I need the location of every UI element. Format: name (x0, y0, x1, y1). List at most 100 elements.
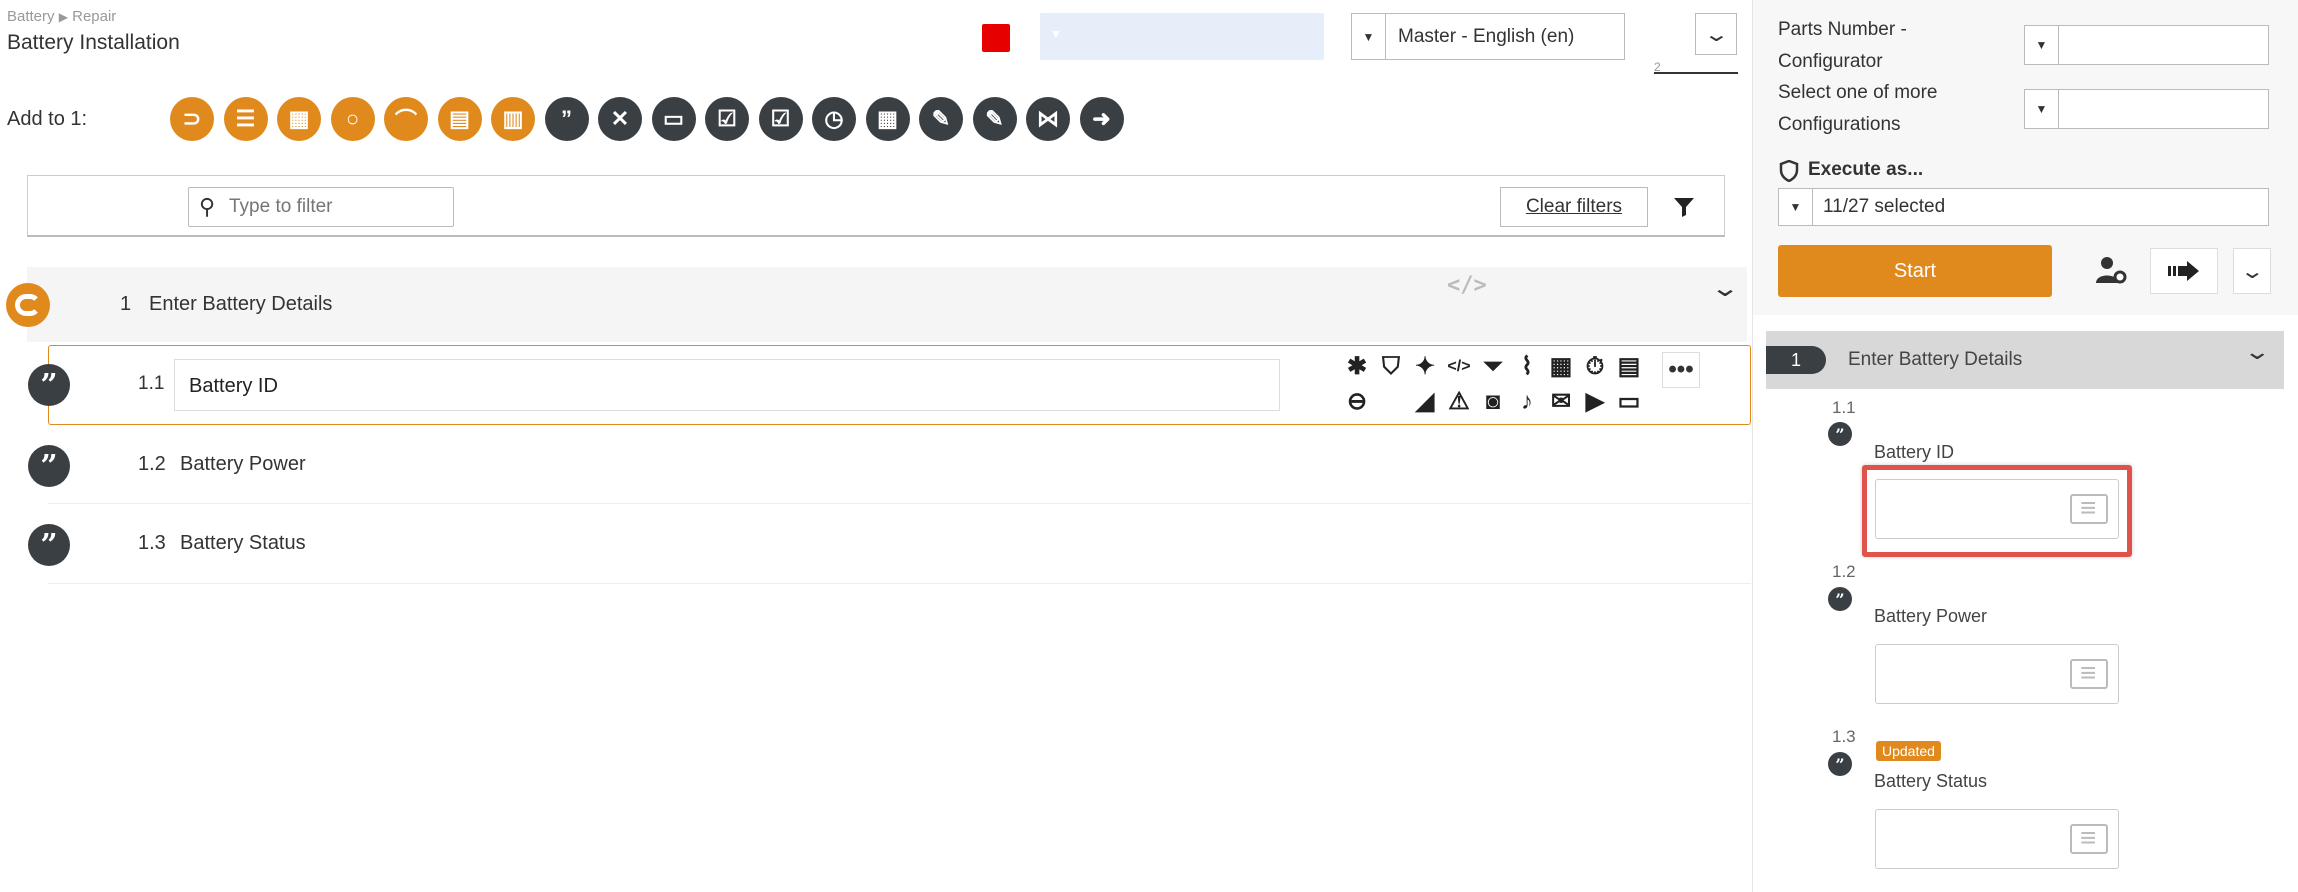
page-title: Battery Installation (7, 31, 180, 54)
language-select-value: Master - English (en) (1398, 25, 1575, 47)
warning-icon[interactable]: ⚠ (1444, 387, 1474, 417)
start-button[interactable]: Start (1778, 245, 2052, 297)
breadcrumb-child[interactable]: Repair (72, 8, 116, 25)
parts-number-select[interactable]: ▼ (2024, 25, 2269, 65)
minus-circle-icon[interactable]: ⊖ (1342, 387, 1372, 417)
chevron-down-icon: ▼ (1779, 189, 1813, 225)
more-options-icon[interactable]: ••• (1662, 352, 1700, 388)
preview-section-header[interactable]: 1 Enter Battery Details ⌄ (1766, 331, 2284, 389)
list-icon (2070, 492, 2108, 524)
expand-header-button[interactable]: ⌄ (1695, 13, 1737, 55)
ruler-icon[interactable]: ◢ (1410, 387, 1440, 417)
list-icon (2070, 657, 2108, 689)
section-number: 1 (120, 293, 132, 315)
input-box-icon[interactable]: ▭ (651, 97, 696, 141)
film-icon[interactable]: ▥ (491, 97, 535, 141)
battery-power-preview-input[interactable] (1875, 644, 2119, 704)
stopwatch-icon[interactable]: ⏱ (1580, 352, 1610, 382)
preview-item-number: 1.3 (1832, 727, 1856, 746)
language-select[interactable]: ▼ Master - English (en) (1351, 13, 1625, 60)
configurations-select[interactable]: ▼ (2024, 89, 2269, 129)
chevron-down-icon: ▼ (1050, 27, 1062, 41)
filter-icon[interactable]: ⏷ (1478, 352, 1508, 382)
tags-icon[interactable]: ✦ (1410, 352, 1440, 382)
step-label: Battery Power (180, 453, 306, 475)
parts-number-label: Parts Number - Configurator (1778, 19, 1907, 72)
shield-icon (1779, 159, 1799, 187)
version-dropdown[interactable]: ▼ (1040, 13, 1324, 60)
quote-icon: ” (28, 524, 70, 566)
edit-icon[interactable]: ✎ (972, 97, 1017, 141)
arrow-right-icon[interactable]: ➜ (1079, 97, 1124, 141)
battery-status-preview-input[interactable] (1875, 809, 2119, 869)
share-icon[interactable]: ⋈ (1026, 97, 1070, 141)
video-icon[interactable]: ▶ (1580, 387, 1610, 417)
asterisk-icon[interactable]: ✱ (1342, 352, 1372, 382)
microphone-icon[interactable]: ♪ (1512, 387, 1542, 417)
calculator-icon[interactable]: ▦ (865, 97, 910, 141)
preview-section-title: Enter Battery Details (1848, 349, 2023, 370)
run-forward-button[interactable] (2150, 248, 2218, 294)
run-options-button[interactable]: ⌄ (2233, 248, 2271, 294)
chevron-down-icon[interactable]: ⌄ (2243, 339, 2271, 365)
quote-icon: ” (1828, 752, 1852, 776)
add-to-label: Add to 1: (7, 108, 88, 130)
user-settings-icon[interactable] (2095, 255, 2127, 290)
quote-icon: ” (1828, 422, 1852, 446)
id-card-icon[interactable]: ▭ (1614, 387, 1644, 417)
table-icon[interactable]: ▦ (277, 97, 321, 141)
step-number: 1.3 (138, 532, 166, 554)
execute-as-select[interactable]: ▼ 11/27 selected (1778, 188, 2269, 226)
loop-icon (6, 283, 50, 327)
updated-badge: Updated (1876, 741, 1941, 761)
numbered-list-icon[interactable]: ☰ (223, 97, 268, 141)
filter-icon[interactable] (1666, 189, 1702, 225)
preview-item-label: Battery Status (1874, 771, 1988, 791)
checklist-icon[interactable]: ☑ (705, 97, 749, 141)
quote-icon: ” (28, 364, 70, 406)
loop-icon[interactable]: ⊃ (170, 97, 214, 141)
execute-as-label: Execute as... (1808, 159, 1924, 180)
comment-icon[interactable]: ✉ (1546, 387, 1576, 417)
grid-icon[interactable]: ▦ (1546, 352, 1576, 382)
step-label: Battery Status (180, 532, 306, 554)
preview-item-label: Battery Power (1874, 606, 1988, 626)
camera-icon[interactable]: ◙ (1478, 387, 1508, 417)
search-icon: ⚲ (199, 194, 216, 219)
preview-section-number: 1 (1766, 346, 1826, 374)
chevron-down-icon: ▼ (2025, 26, 2059, 64)
section-title: Enter Battery Details (149, 293, 333, 315)
clear-filters-button[interactable]: Clear filters (1500, 187, 1648, 227)
paperclip-icon[interactable]: ⌇ (1512, 352, 1542, 382)
cross-check-icon[interactable]: ✕ (598, 97, 642, 141)
quote-icon[interactable]: ” (544, 97, 589, 141)
chevron-down-icon[interactable]: ⌄ (1710, 274, 1740, 303)
preview-item-label: Battery ID (1874, 442, 1955, 462)
preview-item-number: 1.1 (1832, 398, 1856, 417)
filter-input-wrapper[interactable]: ⚲ (188, 187, 454, 227)
step-text-input[interactable]: Battery ID (174, 359, 1280, 411)
filter-input[interactable] (227, 192, 447, 222)
revision-counter: 2 (1654, 60, 1738, 74)
tools-icon[interactable]: ✎ (919, 97, 963, 141)
quote-icon: ” (1828, 587, 1852, 611)
battery-id-preview-input[interactable] (1875, 479, 2119, 539)
code-icon[interactable]: </> (1444, 352, 1474, 382)
table-icon[interactable]: ▤ (1614, 352, 1644, 382)
stop-button[interactable] (982, 24, 1010, 52)
step-number: 1.1 (138, 373, 165, 394)
checklist-clipboard-icon[interactable]: ▤ (437, 97, 482, 141)
breadcrumb-separator: ▶ (58, 10, 68, 24)
chevron-down-icon: ▼ (1352, 14, 1386, 59)
breadcrumb-root[interactable]: Battery (7, 8, 55, 25)
chevron-down-icon: ⌄ (1702, 23, 1730, 46)
quote-icon: ” (28, 445, 70, 487)
shield-icon[interactable]: ⛉ (1376, 352, 1406, 382)
link-icon[interactable]: ⌒ (384, 97, 428, 141)
chevron-down-icon: ⌄ (2239, 260, 2265, 283)
step-number: 1.2 (138, 453, 166, 475)
circle-icon[interactable]: ○ (330, 97, 375, 141)
clock-icon[interactable]: ◷ (812, 97, 856, 141)
checkbox-icon[interactable]: ☑ (758, 97, 803, 141)
code-icon[interactable]: </> (1447, 273, 1487, 298)
